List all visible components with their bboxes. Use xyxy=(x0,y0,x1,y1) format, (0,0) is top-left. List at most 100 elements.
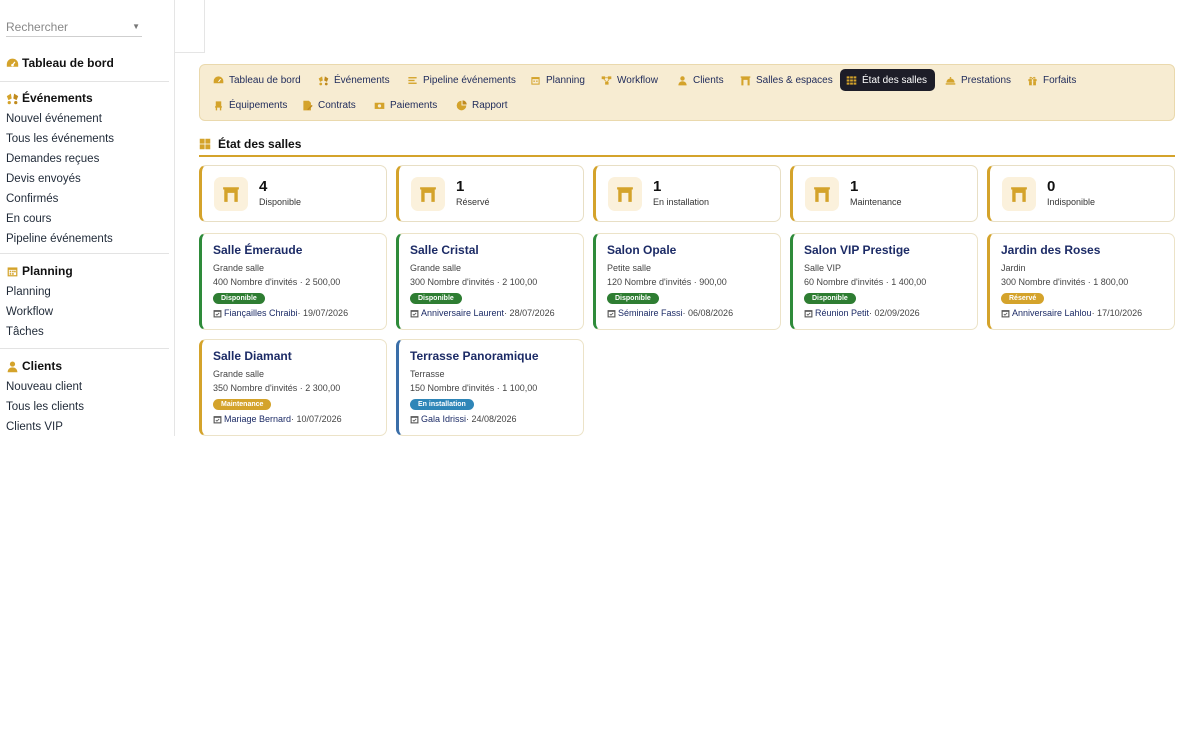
sidebar-toggle-area xyxy=(175,0,205,53)
room-event[interactable]: Mariage Bernard · 10/07/2026 xyxy=(213,414,342,424)
nav-item-planning[interactable]: Planning xyxy=(0,282,169,302)
nav-planning-header[interactable]: Planning xyxy=(0,260,169,282)
search-input[interactable] xyxy=(6,18,126,34)
tab-room-status[interactable]: État des salles xyxy=(840,69,936,91)
room-info: 120 Nombre d'invités · 900,00 xyxy=(607,277,727,287)
room-type: Terrasse xyxy=(410,369,445,379)
tab-dashboard[interactable]: Tableau de bord xyxy=(207,69,309,91)
event-date: · 17/10/2026 xyxy=(1091,308,1143,318)
status-badge: Disponible xyxy=(804,293,856,304)
tab-contracts[interactable]: Contrats xyxy=(296,94,364,116)
venue-icon xyxy=(814,187,830,202)
tab-label: Salles & espaces xyxy=(756,74,833,86)
tab-label: Équipements xyxy=(229,99,288,111)
nav-item-all-events[interactable]: Tous les événements xyxy=(0,129,169,149)
tab-workflow[interactable]: Workflow xyxy=(595,69,666,91)
room-info: 300 Nombre d'invités · 1 800,00 xyxy=(1001,277,1129,287)
stat-card-unavailable: 0 Indisponible xyxy=(987,165,1175,222)
room-card[interactable]: Salon VIP Prestige Salle VIP 60 Nombre d… xyxy=(790,233,978,330)
nav-dashboard-label: Tableau de bord xyxy=(22,56,114,70)
nav-item-confirmed[interactable]: Confirmés xyxy=(0,189,169,209)
tab-venues[interactable]: Salles & espaces xyxy=(734,69,841,91)
tab-report[interactable]: Rapport xyxy=(450,94,516,116)
room-type: Jardin xyxy=(1001,263,1026,273)
tab-label: Tableau de bord xyxy=(229,74,301,86)
status-badge: Disponible xyxy=(213,293,265,304)
room-event[interactable]: Anniversaire Lahlou · 17/10/2026 xyxy=(1001,308,1142,318)
room-event[interactable]: Anniversaire Laurent · 28/07/2026 xyxy=(410,308,555,318)
user-icon xyxy=(7,360,18,372)
tab-clients[interactable]: Clients xyxy=(671,69,732,91)
nav-dashboard[interactable]: Tableau de bord xyxy=(0,52,169,74)
event-name: Réunion Petit xyxy=(815,308,870,318)
calendar-check-icon xyxy=(607,309,616,317)
nav-item-quotes[interactable]: Devis envoyés xyxy=(0,169,169,189)
nav-item-new-client[interactable]: Nouveau client xyxy=(0,377,169,397)
event-date: · 10/07/2026 xyxy=(291,414,342,424)
room-card[interactable]: Salle Cristal Grande salle 300 Nombre d'… xyxy=(396,233,584,330)
tab-payments[interactable]: Paiements xyxy=(368,94,445,116)
room-event[interactable]: Séminaire Fassi · 06/08/2026 xyxy=(607,308,733,318)
events-icon xyxy=(318,75,329,85)
room-type: Grande salle xyxy=(213,263,265,273)
room-name[interactable]: Salle Diamant xyxy=(213,349,292,363)
tab-label: Rapport xyxy=(472,99,508,111)
nav-item-requests[interactable]: Demandes reçues xyxy=(0,149,169,169)
room-name[interactable]: Jardin des Roses xyxy=(1001,243,1100,257)
contract-icon xyxy=(303,100,313,110)
nav-item-new-event[interactable]: Nouvel événement xyxy=(0,109,169,129)
nav-item-all-clients[interactable]: Tous les clients xyxy=(0,397,169,417)
nav-item-workflow[interactable]: Workflow xyxy=(0,302,169,322)
venue-icon xyxy=(223,187,239,202)
nav-events-header[interactable]: Événements xyxy=(0,87,169,109)
event-date: · 28/07/2026 xyxy=(504,308,555,318)
stat-label: Maintenance xyxy=(850,197,902,207)
room-card[interactable]: Terrasse Panoramique Terrasse 150 Nombre… xyxy=(396,339,584,436)
tab-planning[interactable]: Planning xyxy=(524,69,593,91)
room-card[interactable]: Salle Diamant Grande salle 350 Nombre d'… xyxy=(199,339,387,436)
calendar-check-icon xyxy=(804,309,813,317)
tab-services[interactable]: Prestations xyxy=(939,69,1019,91)
tab-label: Événements xyxy=(334,74,390,86)
room-type: Grande salle xyxy=(410,263,462,273)
calendar-check-icon xyxy=(410,415,419,423)
room-name[interactable]: Salon VIP Prestige xyxy=(804,243,910,257)
tab-packages[interactable]: Forfaits xyxy=(1021,69,1084,91)
tab-equipment[interactable]: Équipements xyxy=(207,94,295,116)
module-nav: Tableau de bord Événements Pipeline évén… xyxy=(199,64,1175,121)
status-badge: Réservé xyxy=(1001,293,1045,304)
room-name[interactable]: Salle Cristal xyxy=(410,243,479,257)
dashboard-icon xyxy=(213,75,224,83)
nav-item-tasks[interactable]: Tâches xyxy=(0,322,169,342)
room-name[interactable]: Salon Opale xyxy=(607,243,676,257)
divider xyxy=(0,253,169,254)
user-icon xyxy=(678,75,687,85)
calendar-icon xyxy=(531,76,540,85)
room-info: 350 Nombre d'invités · 2 300,00 xyxy=(213,383,341,393)
nav-item-vip-clients[interactable]: Clients VIP xyxy=(0,417,169,436)
nav-clients-header[interactable]: Clients xyxy=(0,355,169,377)
search-box[interactable]: ▼ xyxy=(6,18,142,37)
room-card[interactable]: Jardin des Roses Jardin 300 Nombre d'inv… xyxy=(987,233,1175,330)
room-card[interactable]: Salle Émeraude Grande salle 400 Nombre d… xyxy=(199,233,387,330)
nav-item-pipeline[interactable]: Pipeline événements xyxy=(0,229,169,249)
chevron-down-icon[interactable]: ▼ xyxy=(132,22,140,31)
status-badge: Disponible xyxy=(410,293,462,304)
room-event[interactable]: Fiançailles Chraibi · 19/07/2026 xyxy=(213,308,348,318)
tab-events[interactable]: Événements xyxy=(312,69,398,91)
event-date: · 19/07/2026 xyxy=(297,308,349,318)
nav-item-in-progress[interactable]: En cours xyxy=(0,209,169,229)
room-info: 60 Nombre d'invités · 1 400,00 xyxy=(804,277,927,287)
tab-pipeline[interactable]: Pipeline événements xyxy=(401,69,524,91)
room-event[interactable]: Gala Idrissi · 24/08/2026 xyxy=(410,414,517,424)
room-name[interactable]: Salle Émeraude xyxy=(213,243,302,257)
room-card[interactable]: Salon Opale Petite salle 120 Nombre d'in… xyxy=(593,233,781,330)
status-badge: Disponible xyxy=(607,293,659,304)
tab-label: Clients xyxy=(693,74,724,86)
tab-label: Pipeline événements xyxy=(423,74,516,86)
dashboard-icon xyxy=(6,58,19,67)
venue-icon xyxy=(420,187,436,202)
room-event[interactable]: Réunion Petit · 02/09/2026 xyxy=(804,308,920,318)
tab-label: Contrats xyxy=(318,99,356,111)
room-name[interactable]: Terrasse Panoramique xyxy=(410,349,539,363)
